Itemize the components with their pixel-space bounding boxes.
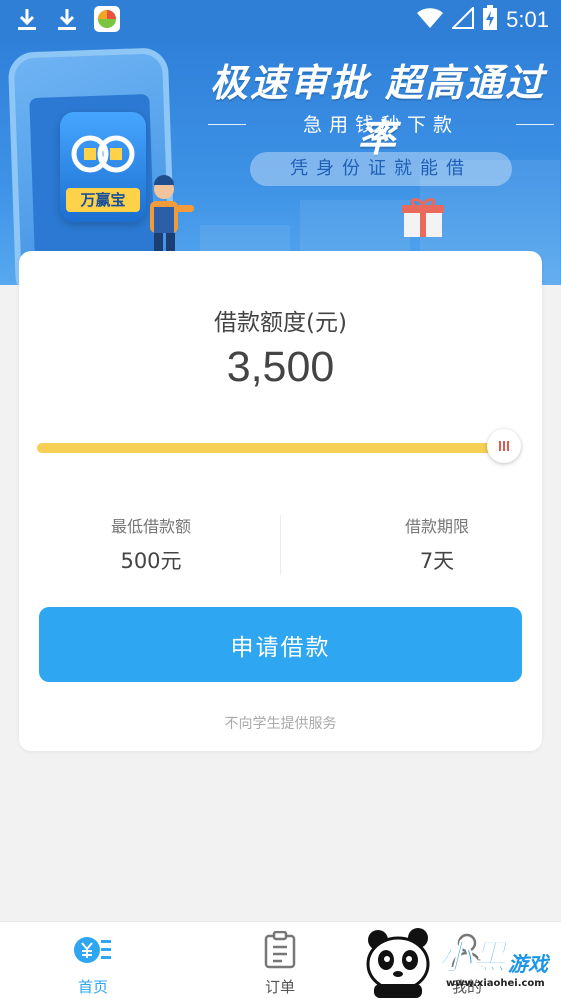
nav-item-home[interactable]: 首页: [33, 930, 153, 997]
banner-pill: 凭身份证就能借: [250, 152, 512, 186]
loan-term-stat: 借款期限 7天: [337, 513, 537, 575]
apply-loan-button[interactable]: 申请借款: [39, 607, 522, 682]
watermark-logo: 小黑 游戏 www.xiaohei.com: [360, 926, 560, 999]
min-amount-value: 500元: [120, 549, 182, 573]
loan-term-label: 借款期限: [404, 517, 469, 536]
status-right-icons: 5:01: [416, 5, 549, 35]
loan-term-value: 7天: [419, 549, 455, 573]
promo-banner[interactable]: 万赢宝 极速审批 超高通过率 急用钱秒下款 凭身份证就能借: [0, 40, 561, 285]
wifi-icon: [416, 7, 444, 33]
banner-subtitle: 急用钱秒下款: [302, 114, 459, 136]
download-icon: [54, 6, 80, 32]
banner-title: 极速审批 超高通过率: [209, 61, 546, 160]
min-amount-label: 最低借款额: [110, 517, 191, 536]
watermark-brand: 小黑: [438, 938, 507, 979]
gift-box-icon: [402, 198, 444, 237]
no-students-notice: 不向学生提供服务: [224, 716, 337, 732]
order-clipboard-icon: [260, 930, 300, 970]
status-time: 5:01: [506, 7, 549, 32]
amount-slider-fill: [37, 443, 504, 453]
watermark-url: www.xiaohei.com: [446, 978, 545, 989]
battery-charging-icon: [482, 5, 498, 35]
stat-divider: [280, 515, 281, 575]
nav-item-orders[interactable]: 订单: [220, 930, 340, 997]
app-logo: 万赢宝: [60, 112, 146, 222]
status-bar: 5:01: [0, 0, 561, 40]
banner-subtitle-row: 急用钱秒下款: [208, 110, 554, 138]
amount-value: 3,500: [226, 343, 335, 391]
amount-slider-track[interactable]: [37, 443, 521, 453]
home-yen-icon: [73, 930, 113, 970]
nav-label-home: 首页: [77, 978, 108, 996]
thumb-grip-line: [499, 441, 501, 451]
coin-logo-icon: [71, 135, 135, 173]
app-logo-name: 万赢宝: [66, 188, 140, 212]
download-icon: [14, 6, 40, 32]
signal-icon: [450, 5, 475, 33]
watermark-brand-small: 游戏: [508, 952, 548, 976]
app-store-icon: [94, 6, 120, 32]
min-amount-stat: 最低借款额 500元: [51, 513, 251, 575]
status-left-icons: [14, 6, 120, 32]
panda-icon: [366, 928, 430, 998]
amount-label: 借款额度(元): [214, 310, 347, 336]
thumb-grip-line: [503, 441, 505, 451]
loan-card: 借款额度(元) 3,500 最低借款额 500元 借款期限 7天 申请借款 不向…: [19, 251, 542, 751]
nav-label-orders: 订单: [264, 978, 295, 996]
amount-slider-thumb[interactable]: [487, 429, 521, 463]
divider-line: [516, 124, 554, 125]
thumb-grip-line: [507, 441, 509, 451]
